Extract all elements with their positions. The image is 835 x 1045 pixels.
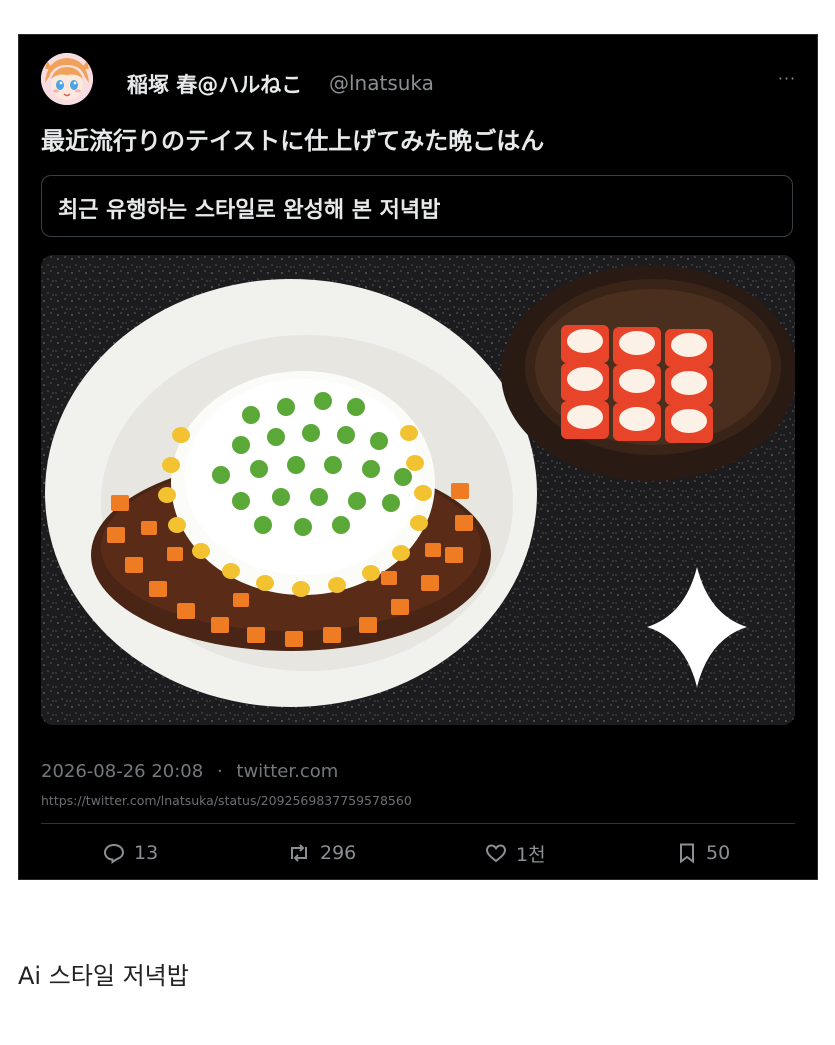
more-icon[interactable]: ··· [775,69,799,89]
like-button[interactable]: 1천 [485,839,546,867]
tweet-url[interactable]: https://twitter.com/lnatsuka/status/2092… [41,793,412,808]
bookmark-icon [680,843,694,864]
meta-separator: · [216,761,223,782]
user-handle[interactable]: @lnatsuka [329,71,434,95]
tweet-header: 稲塚 春@ハルねこ @lnatsuka ··· [39,51,799,107]
like-count: 1천 [516,843,546,866]
translation-text: 최근 유행하는 스타일로 완성해 본 저녁밥 [58,198,441,223]
post-caption: Ai 스타일 저녁밥 [18,962,189,990]
side-bowl [501,265,795,481]
tweet-photo[interactable] [41,255,795,725]
display-name[interactable]: 稲塚 春@ハルねこ [127,69,302,99]
avatar[interactable] [41,53,93,105]
tweet-meta: 2026-08-26 20:08 · twitter.com [41,761,338,782]
curry-plate [45,279,537,707]
source-link[interactable]: twitter.com [236,761,338,782]
reply-icon [103,843,125,864]
divider [41,823,795,824]
retweet-button[interactable]: 296 [287,839,356,867]
bookmark-button[interactable]: 50 [677,839,730,867]
tweet-card[interactable]: 稲塚 春@ハルねこ @lnatsuka ··· 最近流行りのテイストに仕上げてみ… [18,34,818,880]
tweet-text: 最近流行りのテイストに仕上げてみた晩ごはん [41,127,545,155]
reply-count: 13 [134,842,159,864]
timestamp[interactable]: 2026-08-26 20:08 [41,761,203,782]
translation-box: 최근 유행하는 스타일로 완성해 본 저녁밥 [41,175,793,237]
bookmark-count: 50 [706,842,731,864]
reply-button[interactable]: 13 [103,839,158,867]
retweet-count: 296 [320,842,357,864]
like-icon [485,844,507,863]
retweet-icon [291,844,307,862]
